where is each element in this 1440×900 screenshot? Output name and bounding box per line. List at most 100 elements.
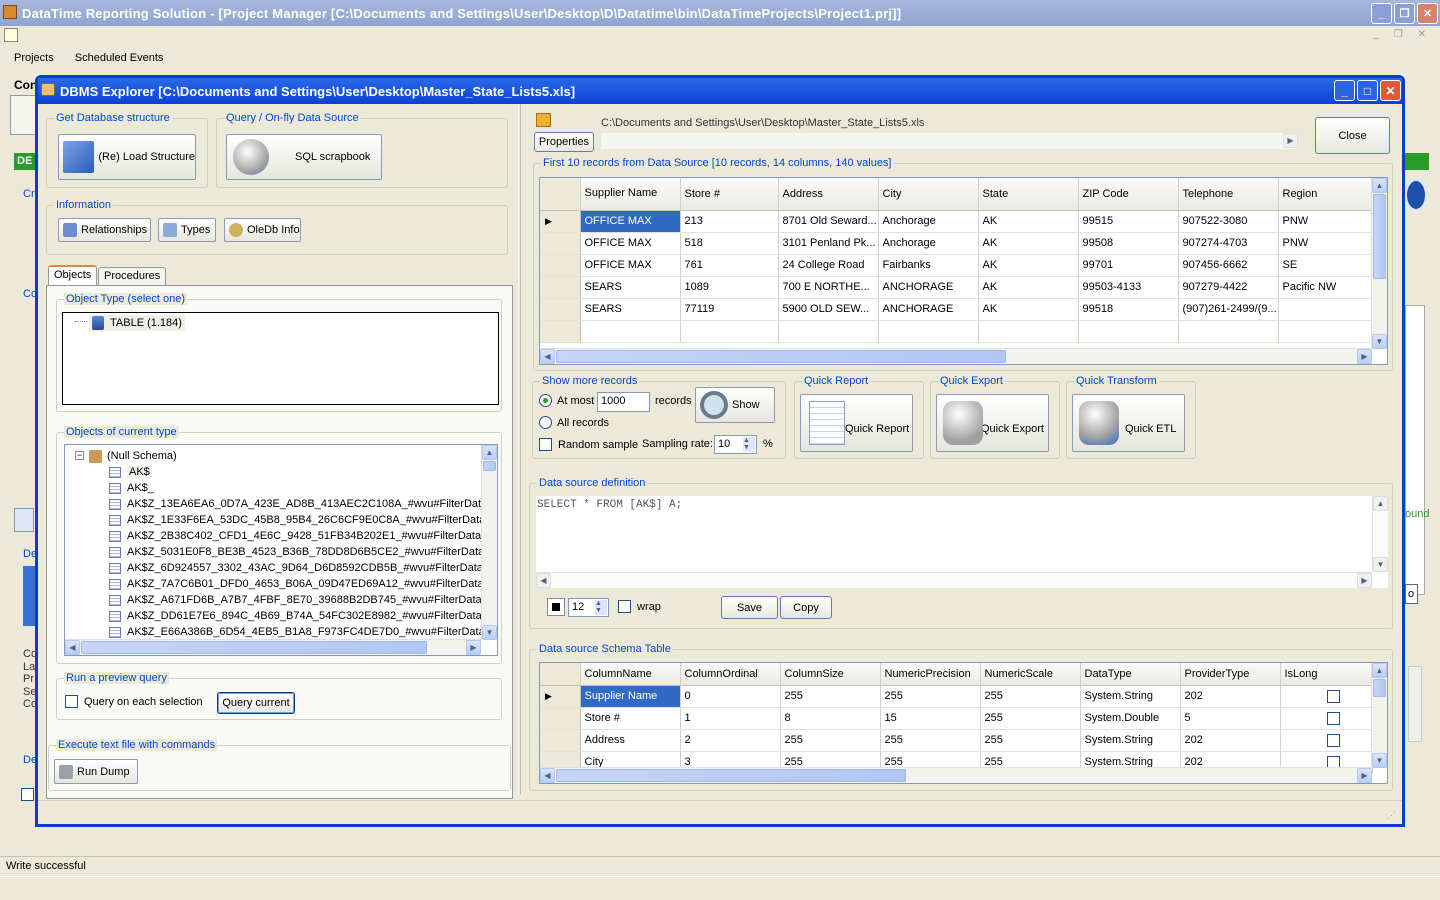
- table-cell[interactable]: 255: [780, 729, 881, 752]
- records-hscroll[interactable]: ◀ ▶: [540, 348, 1372, 364]
- table-row[interactable]: SEARS 1089 700 E NORTHE... ANCHORAGE AK 99503…: [540, 276, 1373, 299]
- dbms-maximize-button[interactable]: □: [1357, 80, 1378, 101]
- schema-hscroll[interactable]: ◀ ▶: [540, 767, 1372, 783]
- records-hthumb[interactable]: [556, 350, 1006, 363]
- quick-report-button[interactable]: Quick Report: [800, 394, 913, 452]
- table-row[interactable]: Store #1 8 15 255 System.Double 5: [540, 707, 1373, 730]
- types-button[interactable]: Types: [158, 218, 216, 242]
- sql-scroll-down-icon[interactable]: ▼: [1373, 557, 1388, 572]
- wrap-checkbox[interactable]: wrap: [618, 600, 661, 613]
- table-cell[interactable]: SEARS: [580, 298, 681, 321]
- tree-table-item[interactable]: AK$Z_2B38C402_CFD1_4E6C_9428_51FB34B202E…: [109, 528, 481, 544]
- table-cell[interactable]: System.Double: [1080, 707, 1181, 730]
- panel-splitter[interactable]: [518, 104, 521, 794]
- schema-scroll-right-icon[interactable]: ▶: [1357, 768, 1372, 783]
- table-cell[interactable]: 8701 Old Seward...: [778, 210, 879, 233]
- table-cell[interactable]: [1280, 685, 1373, 708]
- table-cell[interactable]: 24 College Road: [778, 254, 879, 277]
- scroll-down-icon[interactable]: ▼: [482, 625, 497, 640]
- copy-button[interactable]: Copy: [780, 596, 832, 619]
- records-vthumb[interactable]: [1373, 194, 1386, 279]
- table-cell[interactable]: PNW: [1278, 232, 1373, 255]
- all-records-radio[interactable]: All records: [539, 416, 609, 429]
- table-cell[interactable]: System.String: [1080, 729, 1181, 752]
- records-grid[interactable]: Supplier Name Store # Address City State ZIP …: [539, 177, 1388, 365]
- table-cell[interactable]: SE: [1278, 254, 1373, 277]
- table-cell[interactable]: 5900 OLD SEW...: [778, 298, 879, 321]
- table-cell[interactable]: OFFICE MAX: [580, 232, 681, 255]
- schema-scroll-down-icon[interactable]: ▼: [1372, 753, 1387, 768]
- tab-procedures[interactable]: Procedures: [98, 267, 167, 286]
- dbms-minimize-button[interactable]: _: [1334, 80, 1355, 101]
- table-cell[interactable]: SEARS: [580, 276, 681, 299]
- font-color-button[interactable]: [547, 598, 565, 616]
- table-cell[interactable]: 255: [880, 729, 981, 752]
- objects-hscroll[interactable]: ◀ ▶: [65, 639, 481, 655]
- object-type-list[interactable]: TABLE (1.184): [62, 312, 499, 405]
- collapse-toggle[interactable]: −: [75, 451, 84, 460]
- table-cell[interactable]: 202: [1180, 729, 1281, 752]
- tree-table-item[interactable]: AK$Z_13EA6EA6_0D7A_423E_AD8B_413AEC2C108…: [109, 496, 487, 512]
- table-cell[interactable]: 99503-4133: [1078, 276, 1179, 299]
- row-header[interactable]: [540, 729, 581, 752]
- table-cell[interactable]: AK: [978, 254, 1079, 277]
- sql-hscroll[interactable]: ◀ ▶: [536, 572, 1372, 588]
- objects-vscroll[interactable]: ▲ ▼: [481, 445, 497, 640]
- close-button[interactable]: ✕: [1417, 3, 1438, 24]
- path-hscroll[interactable]: ▶: [601, 133, 1298, 149]
- minimize-button[interactable]: _: [1371, 3, 1392, 24]
- table-row[interactable]: OFFICE MAX 761 24 College Road Fairbanks AK 9…: [540, 254, 1373, 277]
- row-header[interactable]: [540, 276, 581, 299]
- properties-button[interactable]: Properties: [534, 132, 594, 152]
- scroll-thumb[interactable]: [483, 461, 496, 471]
- table-cell[interactable]: 2: [680, 729, 781, 752]
- table-cell[interactable]: (907)261-2499/(9...: [1178, 298, 1279, 321]
- tree-table-item[interactable]: AK$Z_1E33F6EA_53DC_45B8_95B4_26C6CF9E0C8…: [109, 512, 485, 528]
- reload-structure-button[interactable]: (Re) Load Structure: [58, 134, 196, 180]
- records-scroll-up-icon[interactable]: ▲: [1372, 178, 1387, 193]
- table-row[interactable]: Address 2 255 255 255 System.String 202: [540, 729, 1373, 752]
- tree-table-item[interactable]: AK$: [109, 464, 152, 480]
- sql-editor[interactable]: SELECT * FROM [AK$] A; ▲ ▼ ◀ ▶: [536, 496, 1388, 588]
- table-row[interactable]: SEARS 77119 5900 OLD SEW... ANCHORAGE AK 9951…: [540, 298, 1373, 321]
- table-cell[interactable]: AK: [978, 232, 1079, 255]
- hscroll-thumb[interactable]: [81, 641, 427, 654]
- tree-table-item[interactable]: AK$Z_A671FD6B_A7B7_4FBF_8E70_39688B2DB74…: [109, 592, 482, 608]
- grid-column-header[interactable]: IsLong: [1280, 663, 1373, 686]
- table-cell[interactable]: 99508: [1078, 232, 1179, 255]
- table-cell[interactable]: 0: [680, 685, 781, 708]
- table-cell[interactable]: 99518: [1078, 298, 1179, 321]
- sql-scroll-up-icon[interactable]: ▲: [1373, 496, 1388, 511]
- quick-export-button[interactable]: Quick Export: [936, 394, 1049, 452]
- table-cell[interactable]: AK: [978, 298, 1079, 321]
- table-cell[interactable]: AK: [978, 210, 1079, 233]
- tree-table-item[interactable]: AK$Z_6D924557_3302_43AC_9D64_D6D8592CDB5…: [109, 560, 483, 576]
- table-cell[interactable]: ANCHORAGE: [878, 276, 979, 299]
- table-cell[interactable]: 213: [680, 210, 779, 233]
- path-scroll-right-icon[interactable]: ▶: [1283, 133, 1298, 148]
- table-cell[interactable]: 5: [1180, 707, 1281, 730]
- tree-table-item[interactable]: AK$Z_E66A386B_6D54_4EB5_B1A8_F973FC4DE7D…: [109, 624, 485, 640]
- table-cell[interactable]: Store #: [580, 707, 681, 730]
- table-cell[interactable]: [1280, 729, 1373, 752]
- tree-table-item[interactable]: AK$Z_5031E0F8_BE3B_4523_B36B_78DD8D6B5CE…: [109, 544, 484, 560]
- table-cell[interactable]: OFFICE MAX: [580, 254, 681, 277]
- grid-column-header[interactable]: DataType: [1080, 663, 1181, 686]
- table-cell[interactable]: [1278, 298, 1373, 321]
- restore-button[interactable]: ❐: [1394, 3, 1415, 24]
- font-size-input[interactable]: 12 ▲ ▼: [568, 598, 609, 617]
- schema-hthumb[interactable]: [556, 769, 906, 782]
- table-cell[interactable]: 99515: [1078, 210, 1179, 233]
- records-vscroll[interactable]: ▲ ▼: [1371, 178, 1387, 349]
- table-cell[interactable]: 1: [680, 707, 781, 730]
- tree-table-item[interactable]: AK$Z_7A7C6B01_DFD0_4653_B06A_09D47ED69A1…: [109, 576, 484, 592]
- sql-scroll-left-icon[interactable]: ◀: [536, 573, 551, 588]
- row-header[interactable]: [540, 298, 581, 321]
- table-row[interactable]: ▶ Supplier Name 0 255 255 255 System.String 202: [540, 685, 1373, 708]
- schema-vscroll[interactable]: ▲ ▼: [1371, 663, 1387, 768]
- grid-column-header[interactable]: ColumnName: [580, 663, 681, 686]
- show-button[interactable]: Show: [695, 387, 775, 423]
- row-header[interactable]: [540, 232, 581, 255]
- table-cell[interactable]: [1280, 707, 1373, 730]
- grid-column-header[interactable]: ColumnOrdinal: [680, 663, 781, 686]
